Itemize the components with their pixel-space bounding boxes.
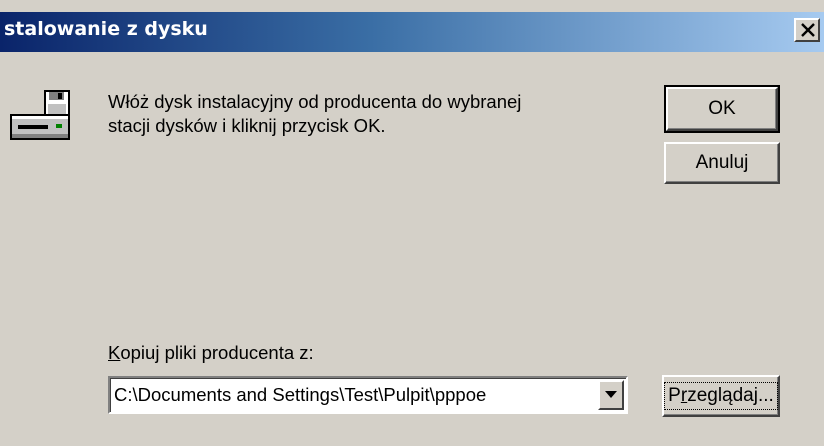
browse-label-prefix: P: [668, 385, 681, 406]
ok-button[interactable]: OK: [664, 85, 780, 133]
copy-from-label: Kopiuj pliki producenta z:: [108, 342, 314, 364]
install-from-disk-dialog: stalowanie z dysku Włóż dysk instalacyjn…: [0, 0, 824, 446]
browse-button-focus: Przeglądaj...: [664, 382, 778, 410]
cancel-button[interactable]: Anuluj: [664, 142, 780, 184]
floppy-disk-drive-icon: [10, 90, 70, 140]
close-icon: [801, 23, 815, 37]
instruction-text: Włóż dysk instalacyjny od producenta do …: [108, 91, 522, 136]
title-bar[interactable]: stalowanie z dysku: [0, 12, 824, 52]
window-title: stalowanie z dysku: [4, 18, 208, 40]
browse-button[interactable]: Przeglądaj...: [662, 375, 780, 417]
copy-from-combobox[interactable]: C:\Documents and Settings\Test\Pulpit\pp…: [108, 376, 628, 414]
copy-from-label-text: opiuj pliki producenta z:: [120, 342, 314, 363]
copy-from-path[interactable]: C:\Documents and Settings\Test\Pulpit\pp…: [114, 384, 594, 406]
browse-label-suffix: zeglądaj...: [687, 385, 774, 406]
copy-from-label-accelerator: K: [108, 342, 121, 363]
chevron-down-icon: [605, 391, 617, 398]
close-button[interactable]: [794, 18, 820, 42]
dropdown-button[interactable]: [598, 380, 624, 410]
